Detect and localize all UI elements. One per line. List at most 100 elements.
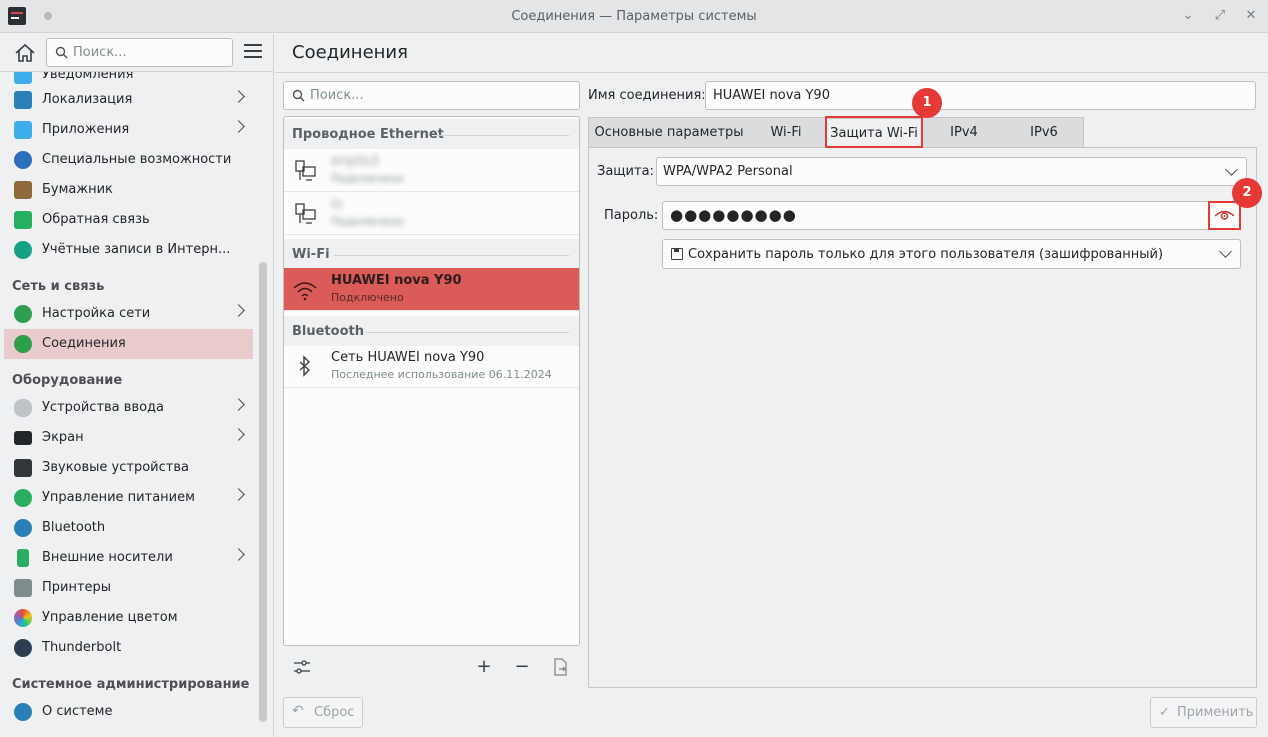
reset-button[interactable]: ↶ Сброс bbox=[283, 697, 363, 728]
power-icon bbox=[14, 489, 32, 507]
sidebar-search-input[interactable]: Поиск... bbox=[46, 38, 233, 67]
tab-ipv6[interactable]: IPv6 bbox=[1004, 118, 1084, 148]
sidebar-item-label: Внешние носители bbox=[42, 550, 173, 565]
sidebar-scrollbar[interactable] bbox=[259, 262, 267, 722]
security-label: Защита: bbox=[597, 164, 654, 179]
sidebar-item-audio[interactable]: Звуковые устройства bbox=[4, 453, 253, 483]
sidebar-item-power[interactable]: Управление питанием bbox=[4, 483, 253, 513]
sidebar-item-label: Управление питанием bbox=[42, 490, 195, 505]
sidebar-item-label: Thunderbolt bbox=[42, 640, 122, 655]
sidebar-item-label: Управление цветом bbox=[42, 610, 178, 625]
connections-list: Проводное Ethernet enp0s3 Подключено lo … bbox=[283, 116, 580, 646]
sidebar-item-wallet[interactable]: Бумажник bbox=[4, 175, 253, 205]
sidebar-item-accessibility[interactable]: Специальные возможности bbox=[4, 145, 253, 175]
flag-icon bbox=[14, 91, 32, 109]
info-icon bbox=[14, 703, 32, 721]
section-admin: Системное администрирование bbox=[12, 677, 250, 692]
list-item-wifi-huawei[interactable]: HUAWEI nova Y90 Подключено bbox=[284, 268, 579, 311]
sidebar-item-label: Настройка сети bbox=[42, 306, 151, 321]
password-storage-select[interactable]: Сохранить пароль только для этого пользо… bbox=[662, 239, 1241, 269]
connection-name: lo bbox=[331, 197, 343, 212]
chevron-down-icon bbox=[1219, 245, 1232, 258]
tab-wifi[interactable]: Wi-Fi bbox=[750, 118, 822, 148]
tab-ipv4[interactable]: IPv4 bbox=[924, 118, 1004, 148]
sidebar-item-printers[interactable]: Принтеры bbox=[4, 573, 253, 603]
sidebar-item-color-management[interactable]: Управление цветом bbox=[4, 603, 253, 633]
security-select[interactable]: WPA/WPA2 Personal bbox=[656, 157, 1247, 186]
connection-name-input[interactable]: HUAWEI nova Y90 bbox=[705, 81, 1256, 110]
section-hardware: Оборудование bbox=[12, 373, 123, 388]
sidebar-topbar: Поиск... bbox=[0, 34, 274, 72]
color-icon bbox=[14, 609, 32, 627]
group-ethernet-label: Проводное Ethernet bbox=[292, 127, 444, 142]
online-accounts-icon bbox=[14, 241, 32, 259]
check-icon: ✓ bbox=[1159, 705, 1170, 720]
group-bluetooth-label: Bluetooth bbox=[292, 324, 364, 339]
chevron-right-icon bbox=[232, 548, 245, 561]
sidebar-item-localization[interactable]: Локализация bbox=[4, 85, 253, 115]
sidebar-item-label: Соединения bbox=[42, 336, 126, 351]
configure-icon[interactable] bbox=[292, 657, 312, 677]
connections-search-placeholder: Поиск... bbox=[310, 88, 364, 103]
add-connection-button[interactable]: + bbox=[474, 657, 494, 677]
remove-connection-button[interactable]: − bbox=[512, 657, 532, 677]
sidebar-item-thunderbolt[interactable]: Thunderbolt bbox=[4, 633, 253, 663]
home-icon[interactable] bbox=[12, 41, 38, 65]
connection-name: HUAWEI nova Y90 bbox=[331, 273, 462, 288]
sidebar-item-display[interactable]: Экран bbox=[4, 423, 253, 453]
connection-name-label: Имя соединения: bbox=[588, 88, 706, 103]
search-icon bbox=[55, 46, 68, 59]
globe-icon bbox=[14, 335, 32, 353]
password-field[interactable]: ●●●●●●●●● bbox=[662, 201, 1241, 230]
show-password-button[interactable] bbox=[1208, 201, 1241, 230]
section-network: Сеть и связь bbox=[12, 279, 105, 294]
connections-search-input[interactable]: Поиск... bbox=[283, 81, 580, 110]
display-icon bbox=[14, 431, 32, 445]
feedback-icon bbox=[14, 211, 32, 229]
chevron-right-icon bbox=[232, 90, 245, 103]
usb-icon bbox=[17, 549, 29, 567]
annotation-badge-2: 2 bbox=[1232, 178, 1262, 208]
sidebar-item-label: Бумажник bbox=[42, 182, 113, 197]
chevron-right-icon bbox=[232, 304, 245, 317]
wired-network-icon bbox=[295, 203, 316, 224]
reset-button-label: Сброс bbox=[314, 705, 355, 720]
sidebar-item-input-devices[interactable]: Устройства ввода bbox=[4, 393, 253, 423]
sidebar-item-network-settings[interactable]: Настройка сети bbox=[4, 299, 253, 329]
connection-status: Последнее использование 06.11.2024 bbox=[331, 368, 552, 381]
sidebar-list: Уведомления Локализация Приложения Специ… bbox=[0, 72, 258, 737]
sidebar-item-bluetooth[interactable]: Bluetooth bbox=[4, 513, 253, 543]
window-title: Соединения — Параметры системы bbox=[511, 9, 757, 24]
list-item-ethernet-1[interactable]: enp0s3 Подключено bbox=[284, 149, 579, 192]
bell-icon bbox=[14, 72, 32, 84]
sidebar-item-removable-storage[interactable]: Внешние носители bbox=[4, 543, 253, 573]
sidebar-item-about[interactable]: О системе bbox=[4, 697, 253, 727]
sidebar-item-applications[interactable]: Приложения bbox=[4, 115, 253, 145]
maximize-icon[interactable]: ⤢ bbox=[1212, 8, 1228, 24]
apply-button[interactable]: ✓ Применить bbox=[1150, 697, 1257, 728]
sidebar-item-label: Принтеры bbox=[42, 580, 112, 595]
tab-general[interactable]: Основные параметры bbox=[589, 118, 749, 148]
list-item-bluetooth[interactable]: Сеть HUAWEI nova Y90 Последнее использов… bbox=[284, 345, 579, 388]
hamburger-menu-icon[interactable] bbox=[244, 44, 262, 60]
chevron-right-icon bbox=[232, 398, 245, 411]
mouse-icon bbox=[14, 399, 32, 417]
password-value: ●●●●●●●●● bbox=[670, 206, 797, 224]
export-icon[interactable] bbox=[550, 657, 570, 677]
sidebar-item-connections[interactable]: Соединения bbox=[4, 329, 253, 359]
header-divider bbox=[275, 72, 1268, 73]
group-wifi-label: Wi-Fi bbox=[292, 247, 330, 262]
reset-icon: ↶ bbox=[292, 703, 304, 719]
list-item-ethernet-2[interactable]: lo Подключено bbox=[284, 192, 579, 235]
apply-button-label: Применить bbox=[1177, 705, 1254, 720]
close-icon[interactable]: ✕ bbox=[1243, 8, 1259, 24]
wired-network-icon bbox=[295, 160, 316, 181]
minimize-icon[interactable]: ⌄ bbox=[1180, 8, 1196, 24]
annotation-badge-1: 1 bbox=[912, 88, 942, 118]
sidebar: Поиск... Уведомления Локализация Приложе… bbox=[0, 34, 274, 737]
title-bar: Соединения — Параметры системы ⌄ ⤢ ✕ bbox=[0, 0, 1268, 33]
sidebar-item-label: Экран bbox=[42, 430, 84, 445]
sidebar-item-feedback[interactable]: Обратная связь bbox=[4, 205, 253, 235]
sidebar-item-online-accounts[interactable]: Учётные записи в Интерн... bbox=[4, 235, 253, 265]
sidebar-item-label: Звуковые устройства bbox=[42, 460, 189, 475]
